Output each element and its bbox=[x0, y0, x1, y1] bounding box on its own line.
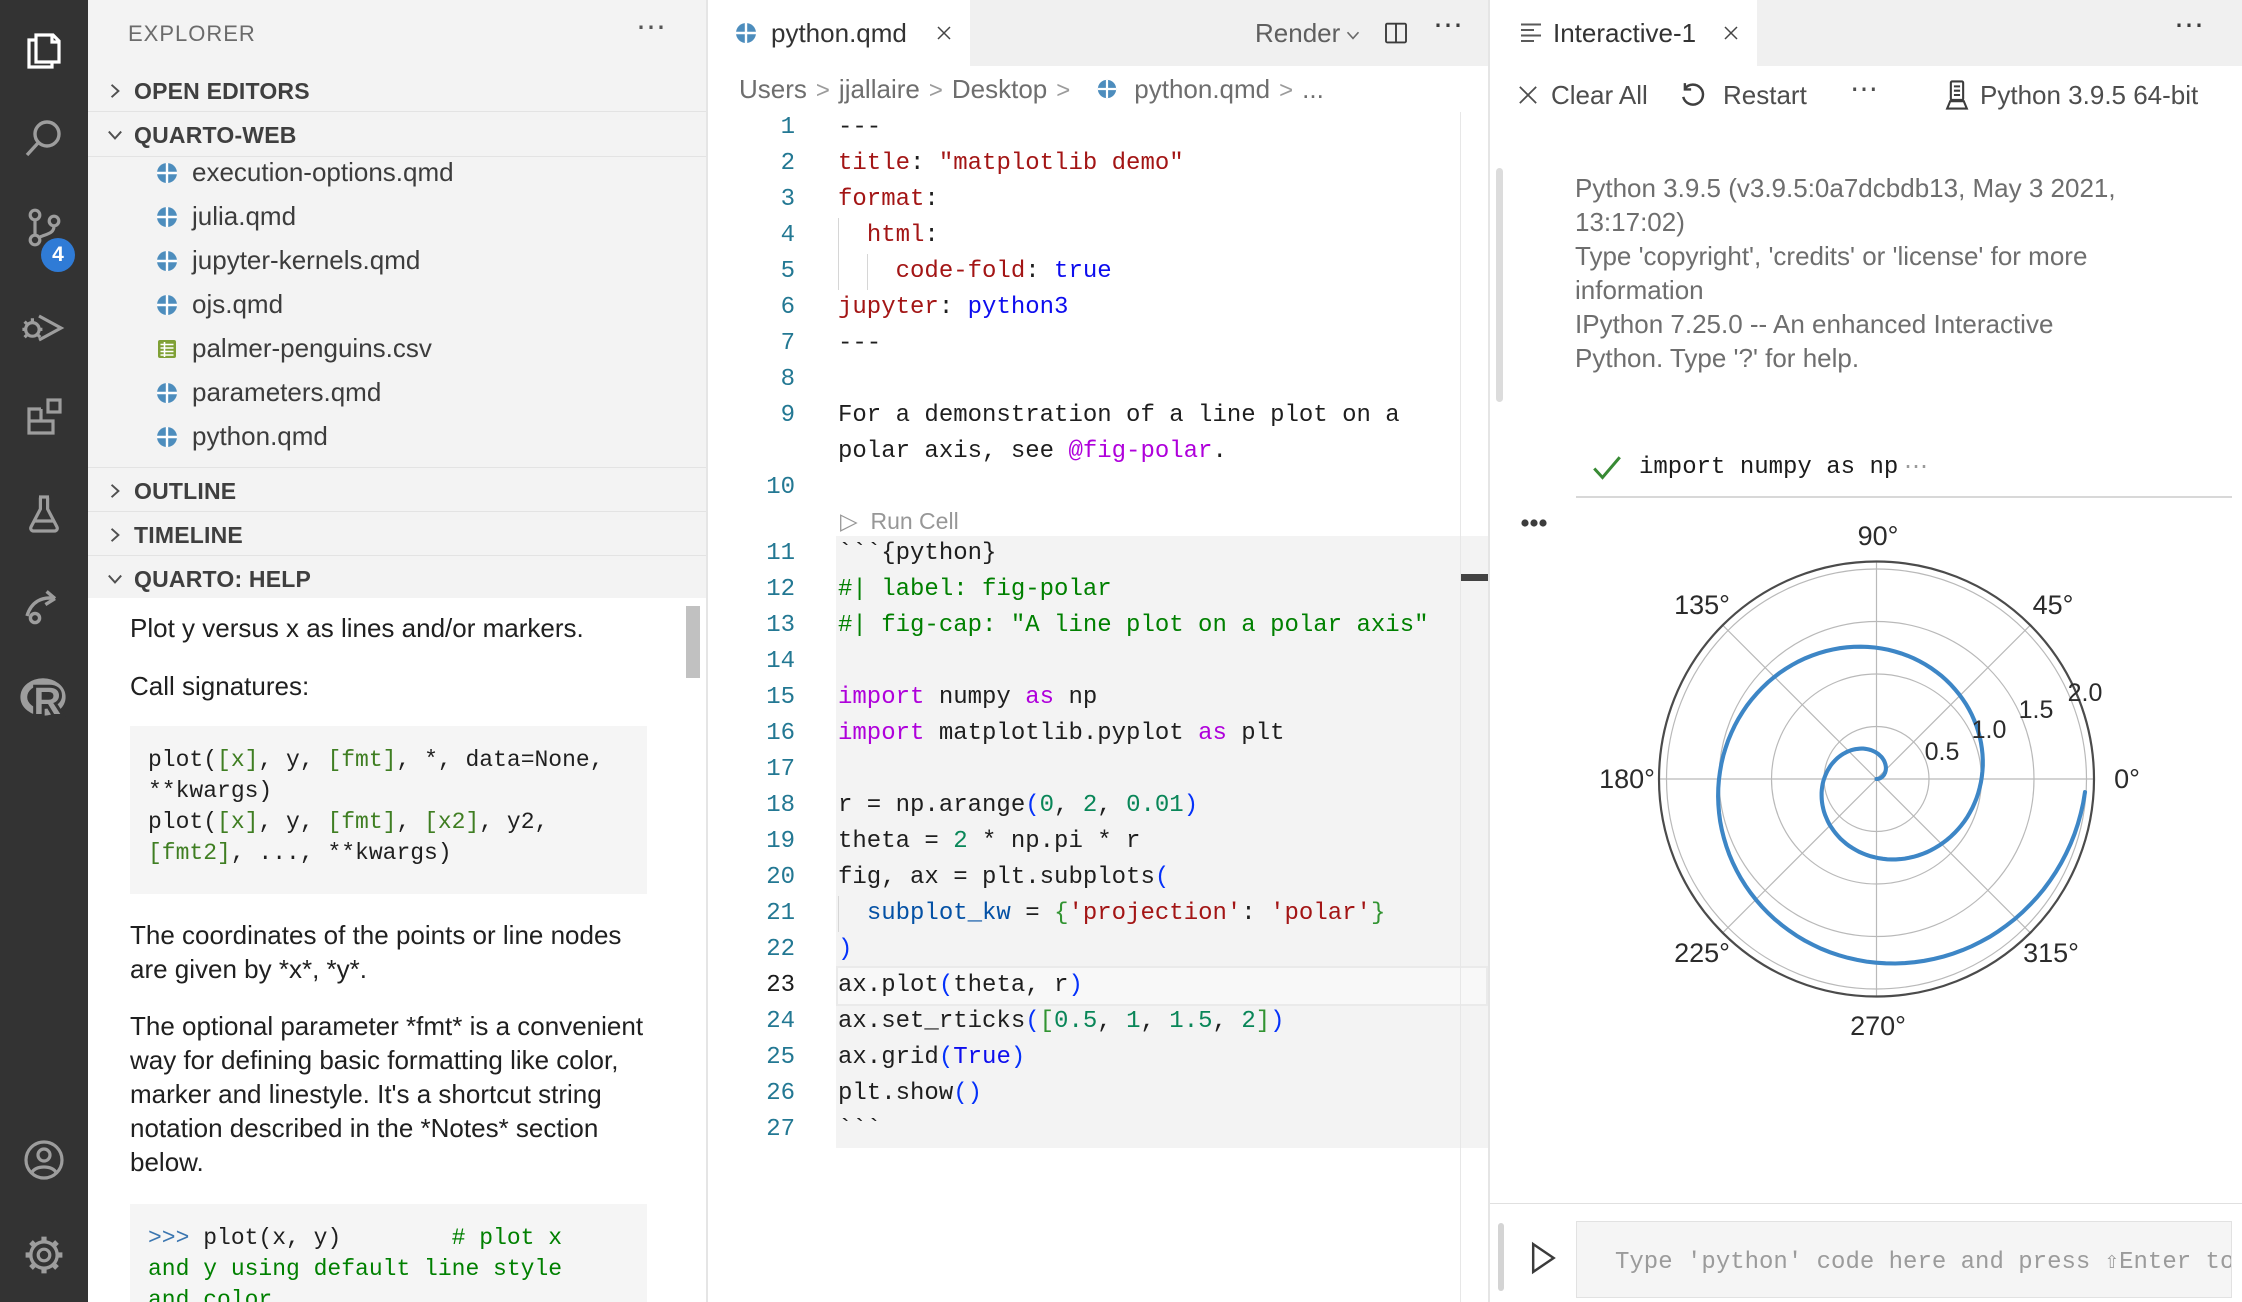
svg-text:1.0: 1.0 bbox=[1972, 716, 2007, 744]
svg-text:1.5: 1.5 bbox=[2019, 696, 2054, 724]
svg-text:315°: 315° bbox=[2023, 938, 2079, 968]
svg-text:180°: 180° bbox=[1599, 764, 1655, 794]
svg-text:90°: 90° bbox=[1858, 521, 1899, 551]
svg-text:0°: 0° bbox=[2114, 764, 2140, 794]
svg-text:2.0: 2.0 bbox=[2068, 679, 2103, 707]
svg-text:45°: 45° bbox=[2033, 590, 2074, 620]
svg-text:225°: 225° bbox=[1674, 938, 1730, 968]
svg-text:R: R bbox=[34, 681, 61, 723]
svg-text:135°: 135° bbox=[1674, 590, 1730, 620]
svg-text:270°: 270° bbox=[1850, 1011, 1906, 1041]
svg-text:0.5: 0.5 bbox=[1925, 738, 1960, 766]
